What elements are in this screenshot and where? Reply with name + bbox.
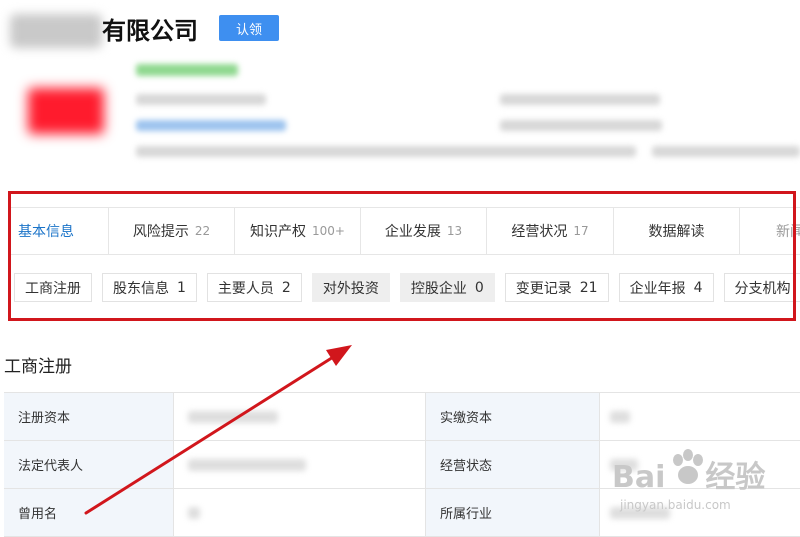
- paw-icon: [673, 449, 703, 484]
- watermark-url: jingyan.baidu.com: [620, 498, 731, 512]
